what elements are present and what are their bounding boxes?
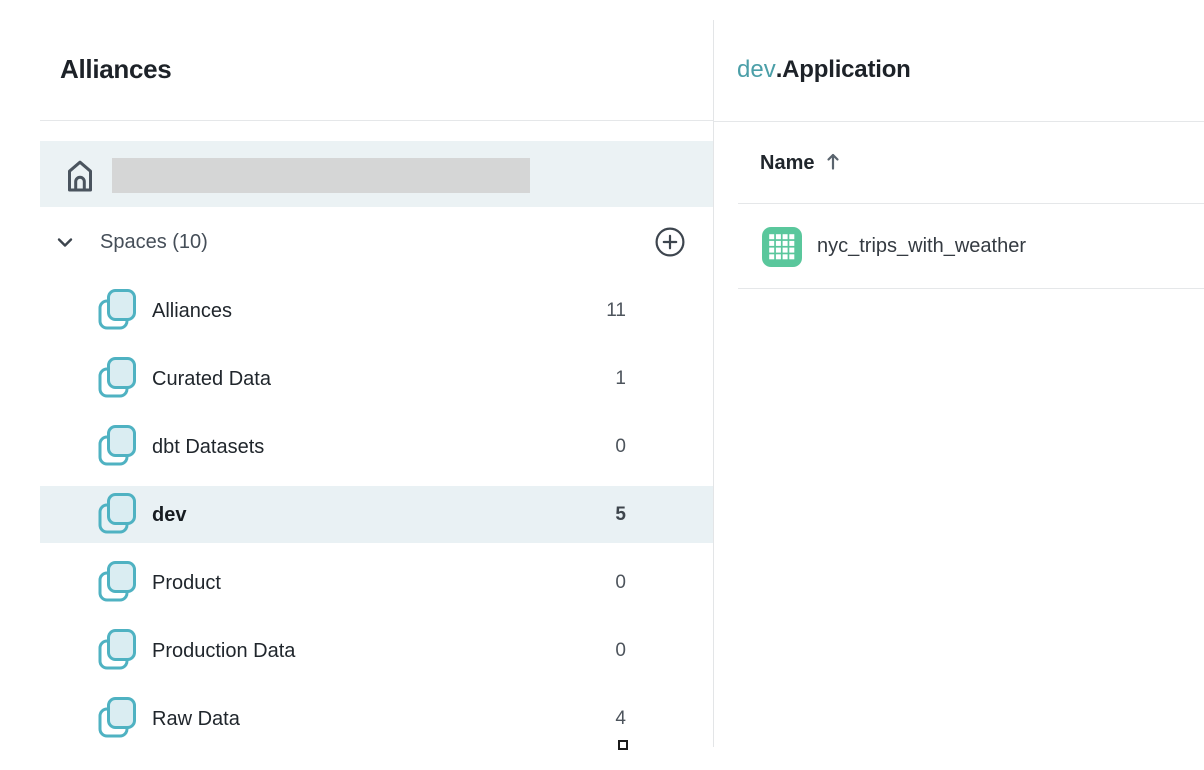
chevron-down-icon[interactable] xyxy=(53,230,77,254)
stacked-squares-icon xyxy=(97,560,137,606)
dataset-count: 11 xyxy=(606,277,626,345)
stacked-squares-icon xyxy=(97,356,137,402)
sidebar-title: Alliances xyxy=(60,53,171,85)
sidebar-panel: Alliances Spaces (10) xyxy=(0,0,713,770)
sidebar-item-dbt-datasets[interactable]: dbt Datasets 0 xyxy=(40,413,713,481)
space-name: dbt Datasets xyxy=(152,413,264,481)
spaces-section-header: Spaces (10) xyxy=(40,222,713,262)
dataset-count: 4 xyxy=(615,685,626,753)
sidebar-item-production-data[interactable]: Production Data 0 xyxy=(40,617,713,685)
sidebar-item-raw-data[interactable]: Raw Data 4 xyxy=(40,685,713,753)
add-space-button[interactable] xyxy=(654,226,686,258)
sidebar-item-alliances[interactable]: Alliances 11 xyxy=(40,277,713,345)
dataset-name: nyc_trips_with_weather xyxy=(817,204,1026,288)
breadcrumb: dev.Application xyxy=(737,54,911,86)
space-list: Alliances 11 Curated Data 1 dbt Datasets xyxy=(40,277,713,753)
redacted-name-bar xyxy=(112,158,530,193)
sidebar-item-curated-data[interactable]: Curated Data 1 xyxy=(40,345,713,413)
dataset-count: 0 xyxy=(615,549,626,617)
stacked-squares-icon xyxy=(97,628,137,674)
stacked-squares-icon xyxy=(97,288,137,334)
dataset-count: 0 xyxy=(615,413,626,481)
divider xyxy=(714,121,1204,122)
space-name: Production Data xyxy=(152,617,295,685)
table-grid-icon xyxy=(762,227,802,267)
table-row-nyc-trips-with-weather[interactable]: nyc_trips_with_weather xyxy=(714,204,1204,288)
space-name: Curated Data xyxy=(152,345,271,413)
name-column-label: Name xyxy=(760,152,814,174)
space-name: Product xyxy=(152,549,221,617)
dataset-count: 0 xyxy=(615,617,626,685)
stacked-squares-icon xyxy=(97,492,137,538)
breadcrumb-space-link[interactable]: dev xyxy=(737,56,776,83)
dataset-count: 5 xyxy=(615,481,626,549)
stacked-squares-icon xyxy=(97,696,137,742)
home-icon xyxy=(62,154,98,194)
main-panel: dev.Application Name nyc_trips_with_weat… xyxy=(713,0,1204,770)
dataset-count: 1 xyxy=(615,345,626,413)
sidebar-item-dev[interactable]: dev 5 xyxy=(40,481,713,549)
spaces-section-label: Spaces (10) xyxy=(100,222,208,262)
sidebar-item-product[interactable]: Product 0 xyxy=(40,549,713,617)
space-name: Raw Data xyxy=(152,685,240,753)
home-shortcut-row[interactable] xyxy=(40,141,713,207)
divider xyxy=(738,288,1204,289)
plus-circle-icon xyxy=(654,226,686,258)
space-name: Alliances xyxy=(152,277,232,345)
stacked-squares-icon xyxy=(97,424,137,470)
breadcrumb-entity: Application xyxy=(782,56,910,83)
name-column-header[interactable]: Name xyxy=(760,150,841,176)
arrow-up-icon xyxy=(825,151,841,171)
divider xyxy=(40,120,713,121)
space-name: dev xyxy=(152,481,186,549)
